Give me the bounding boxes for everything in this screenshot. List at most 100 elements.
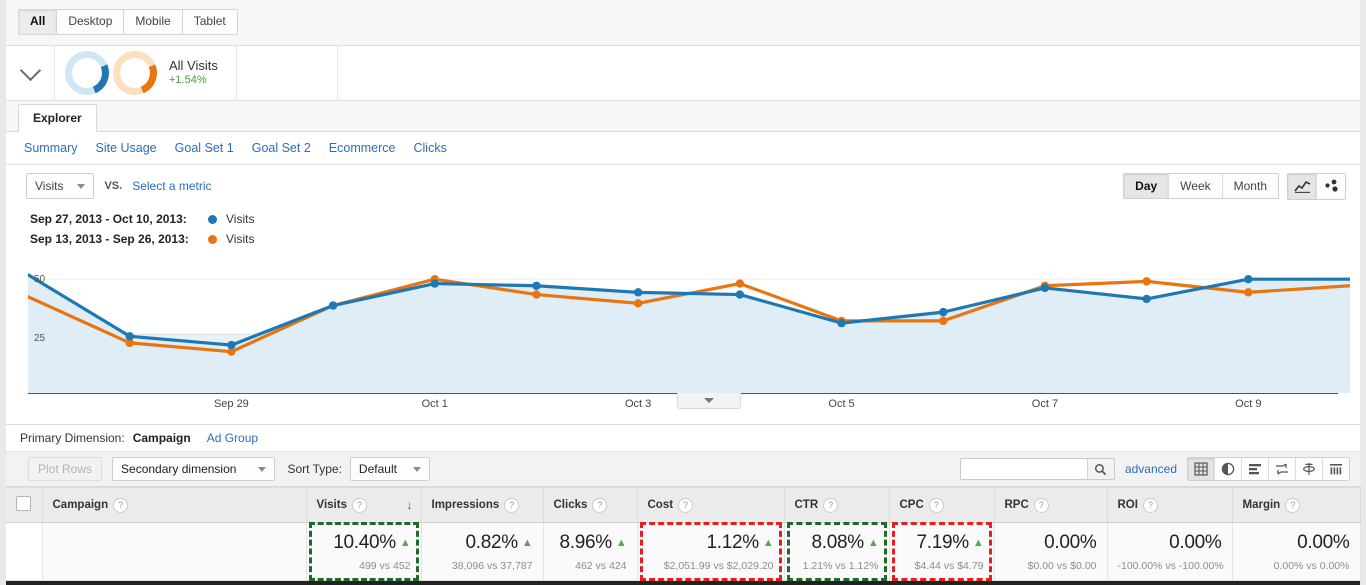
view-type-buttons — [1187, 457, 1350, 481]
cell-subvalue: 1.21% vs 1.12% — [802, 560, 879, 572]
trend-up-arrow-icon: ▲ — [762, 537, 774, 549]
x-axis-tick: Sep 29 — [213, 398, 249, 410]
cell-roi: 0.00% -100.00% vs -100.00% — [1107, 522, 1233, 581]
device-tabs: All Desktop Mobile Tablet — [18, 9, 1360, 35]
row-select-cell — [6, 522, 43, 581]
expand-chart-icon[interactable] — [677, 393, 741, 409]
motion-chart-icon[interactable] — [1316, 173, 1345, 199]
table-row: 10.40% ▲ 499 vs 452 0.82% ▲ 38,096 vs 37,787 8… — [6, 522, 1361, 581]
line-chart-icon[interactable] — [1288, 173, 1316, 199]
column-header-ctr[interactable]: CTR? — [784, 487, 890, 523]
device-tab-all[interactable]: All — [18, 9, 58, 35]
device-tab-desktop[interactable]: Desktop — [56, 9, 125, 35]
table-view-icon[interactable] — [1188, 458, 1214, 480]
granularity-buttons: Day Week Month — [1123, 173, 1279, 199]
help-icon[interactable]: ? — [1142, 497, 1158, 513]
legend-row: Sep 13, 2013 - Sep 26, 2013: Visits — [30, 229, 1360, 249]
sort-type-select[interactable]: Default — [349, 457, 430, 481]
segment-expand-toggle[interactable] — [6, 46, 55, 100]
cell-visits: 10.40% ▲ 499 vs 452 — [306, 522, 422, 581]
device-tab-tablet[interactable]: Tablet — [181, 9, 238, 35]
pivot-view-icon[interactable] — [1295, 458, 1322, 480]
cell-value: 0.82% ▲ — [465, 532, 533, 553]
device-tab-mobile[interactable]: Mobile — [123, 9, 183, 35]
tab-explorer[interactable]: Explorer — [18, 104, 97, 132]
search-input[interactable] — [960, 459, 1087, 479]
sort-descending-arrow: ↓ — [406, 498, 413, 512]
help-icon[interactable]: ? — [113, 497, 129, 513]
plot-rows-button[interactable]: Plot Rows — [28, 457, 103, 481]
trend-up-arrow-icon: ▲ — [399, 537, 411, 549]
trend-up-arrow-icon: ▲ — [521, 537, 533, 549]
select-a-metric-link[interactable]: Select a metric — [132, 179, 211, 193]
column-header-label: ROI — [1117, 499, 1138, 511]
column-header-impressions[interactable]: Impressions? — [421, 487, 544, 523]
metric-toolbar: Visits VS. Select a metric Day Week Month — [6, 165, 1360, 207]
x-axis-tick: Oct 5 — [828, 398, 855, 410]
term-cloud-view-icon[interactable] — [1322, 458, 1349, 480]
primary-dimension-current[interactable]: Campaign — [133, 431, 191, 445]
metric-select[interactable]: Visits — [26, 173, 95, 199]
segment-add-slot[interactable] — [237, 46, 338, 100]
vs-label: VS. — [104, 180, 123, 192]
granularity-day[interactable]: Day — [1124, 174, 1169, 198]
chart-type-buttons — [1287, 172, 1346, 200]
legend-row: Sep 27, 2013 - Oct 10, 2013: Visits — [30, 209, 1360, 229]
subnav-summary[interactable]: Summary — [24, 141, 77, 155]
column-header-campaign[interactable]: Campaign? — [42, 487, 307, 523]
cell-subvalue: $2,051.99 vs $2,029.20 — [663, 560, 774, 572]
help-icon[interactable]: ? — [351, 497, 367, 513]
bottom-bar — [6, 581, 1360, 585]
pie-chart-view-icon[interactable] — [1214, 458, 1241, 480]
column-header-label: Impressions — [431, 499, 500, 511]
subnav-clicks[interactable]: Clicks — [413, 141, 446, 155]
subnav-goal-set-2[interactable]: Goal Set 2 — [252, 141, 311, 155]
trend-up-arrow-icon: ▲ — [972, 537, 984, 549]
granularity-month[interactable]: Month — [1221, 174, 1278, 198]
column-header-visits[interactable]: Visits? ↓ — [306, 487, 422, 523]
sort-type-value: Default — [358, 462, 397, 476]
cell-rpc: 0.00% $0.00 vs $0.00 — [994, 522, 1108, 581]
cell-value: 0.00% — [1169, 532, 1222, 553]
segment-all-visits[interactable]: All Visits +1.54% — [55, 46, 237, 100]
advanced-link[interactable]: advanced — [1125, 462, 1177, 476]
analytics-report-page: All Desktop Mobile Tablet All Visits +1.54%… — [0, 0, 1366, 585]
column-header-margin[interactable]: Margin? — [1232, 487, 1361, 523]
column-header-roi[interactable]: ROI? — [1107, 487, 1233, 523]
cell-campaign — [42, 522, 307, 581]
secondary-dimension-select[interactable]: Secondary dimension — [112, 457, 276, 481]
help-icon[interactable]: ? — [678, 497, 694, 513]
cell-subvalue: -100.00% vs -100.00% — [1117, 560, 1224, 572]
select-all-checkbox[interactable] — [16, 496, 31, 511]
column-header-label: CTR — [794, 499, 819, 511]
search-icon[interactable] — [1086, 459, 1114, 479]
table-toolbar: Plot Rows Secondary dimension Sort Type:… — [6, 451, 1360, 487]
help-icon[interactable]: ? — [504, 497, 520, 513]
secondary-dimension-label: Secondary dimension — [121, 462, 237, 476]
subnav-ecommerce[interactable]: Ecommerce — [329, 141, 396, 155]
column-header-rpc[interactable]: RPC? — [994, 487, 1108, 523]
primary-dimension-ad-group[interactable]: Ad Group — [207, 431, 258, 445]
help-icon[interactable]: ? — [823, 497, 839, 513]
help-icon[interactable]: ? — [1285, 497, 1301, 513]
bar-chart-view-icon[interactable] — [1241, 458, 1268, 480]
cell-value: 7.19% ▲ — [916, 532, 984, 553]
primary-dimension-row: Primary Dimension: Campaign Ad Group — [6, 425, 1360, 451]
comparison-view-icon[interactable] — [1268, 458, 1295, 480]
column-header-cost[interactable]: Cost? — [637, 487, 785, 523]
help-icon[interactable]: ? — [1033, 497, 1049, 513]
help-icon[interactable]: ? — [928, 497, 944, 513]
column-header-label: Campaign — [52, 499, 109, 511]
device-tabs-bar: All Desktop Mobile Tablet — [6, 0, 1360, 46]
column-header-clicks[interactable]: Clicks? — [543, 487, 638, 523]
y-axis-tick-25: 25 — [34, 333, 46, 345]
table-header-row: Campaign? Visits? ↓ Impressions? Clicks? Cost… — [6, 487, 1361, 523]
help-icon[interactable]: ? — [592, 497, 608, 513]
granularity-week[interactable]: Week — [1168, 174, 1222, 198]
subnav-goal-set-1[interactable]: Goal Set 1 — [175, 141, 234, 155]
cell-value: 1.12% ▲ — [706, 532, 774, 553]
legend-color-dot — [208, 214, 217, 224]
cell-subvalue: 38,096 vs 37,787 — [451, 560, 533, 572]
subnav-site-usage[interactable]: Site Usage — [95, 141, 156, 155]
column-header-cpc[interactable]: CPC? — [889, 487, 995, 523]
